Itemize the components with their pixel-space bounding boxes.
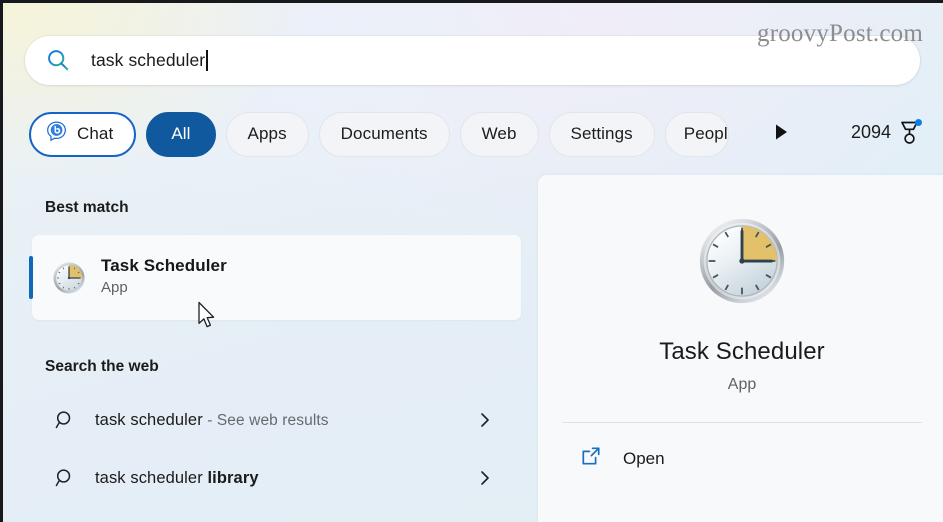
filter-pill-web[interactable]: Web	[459, 111, 539, 157]
filter-pill-people[interactable]: People	[664, 111, 729, 157]
play-arrow-icon	[773, 123, 789, 146]
rewards-points: 2094	[850, 122, 891, 142]
web-result-row-0[interactable]: task scheduler - See web results	[32, 394, 521, 446]
magnifier-icon	[53, 408, 77, 432]
open-app-button[interactable]: Open	[562, 445, 922, 472]
web-result-suffix-1: library	[207, 468, 259, 487]
magnifier-icon	[53, 466, 77, 490]
search-the-web-heading: Search the web	[45, 358, 159, 375]
search-input-value: task scheduler	[91, 50, 206, 70]
filter-pill-chat[interactable]: Chat	[29, 111, 137, 157]
open-app-label: Open	[623, 448, 665, 468]
rewards-notification-dot	[915, 119, 922, 126]
task-scheduler-clock-icon	[696, 215, 788, 307]
preview-app-title: Task Scheduler	[659, 338, 825, 365]
search-input[interactable]: task scheduler	[91, 50, 208, 71]
chevron-right-icon	[478, 411, 493, 429]
windows-search-panel: groovyPost.com task scheduler Chat All A…	[0, 0, 943, 522]
filter-pill-documents[interactable]: Documents	[318, 111, 450, 157]
best-match-text: Task Scheduler App	[101, 255, 227, 300]
text-caret	[206, 50, 208, 71]
preview-app-subtitle: App	[727, 376, 757, 393]
web-result-query-0: task scheduler	[95, 410, 203, 429]
filter-pill-web-label: Web	[481, 124, 517, 143]
filter-pill-settings-label: Settings	[570, 124, 633, 143]
web-result-query-1: task scheduler	[95, 468, 208, 487]
chevron-right-icon	[478, 469, 493, 487]
best-match-title: Task Scheduler	[101, 256, 227, 276]
filter-pill-bar: Chat All Apps Documents Web Settings Peo…	[29, 110, 729, 158]
bing-chat-icon	[45, 120, 68, 148]
mouse-cursor	[197, 301, 217, 336]
web-result-suffix-0: - See web results	[202, 411, 329, 429]
filter-pill-chat-label: Chat	[77, 124, 114, 143]
watermark: groovyPost.com	[757, 20, 923, 47]
microsoft-rewards[interactable]: 2094	[850, 119, 922, 145]
web-result-row-1[interactable]: task scheduler library	[32, 452, 521, 504]
web-result-label-1: task scheduler library	[95, 469, 259, 488]
preview-divider	[562, 422, 922, 423]
filter-pill-settings[interactable]: Settings	[548, 111, 655, 157]
best-match-subtitle: App	[101, 279, 128, 297]
filter-pill-apps-label: Apps	[247, 124, 287, 143]
selection-indicator-bar	[29, 256, 33, 299]
results-column: Best match Task Scheduler App Search the…	[3, 175, 538, 522]
filter-pill-all[interactable]: All	[146, 111, 216, 157]
filter-pill-documents-label: Documents	[340, 124, 428, 143]
web-result-label-0: task scheduler - See web results	[95, 411, 329, 430]
open-external-icon	[580, 445, 602, 472]
search-icon	[46, 48, 71, 73]
rewards-medal-icon	[898, 119, 922, 145]
best-match-result-row[interactable]: Task Scheduler App	[29, 235, 521, 320]
app-preview-panel: Task Scheduler App Open	[538, 175, 943, 522]
filter-pill-people-label: People	[683, 124, 728, 143]
filter-overflow-next-button[interactable]	[769, 122, 793, 146]
task-scheduler-clock-icon	[52, 261, 86, 295]
filter-pill-all-label: All	[171, 124, 191, 143]
best-match-heading: Best match	[45, 199, 129, 216]
filter-pill-apps[interactable]: Apps	[225, 111, 309, 157]
